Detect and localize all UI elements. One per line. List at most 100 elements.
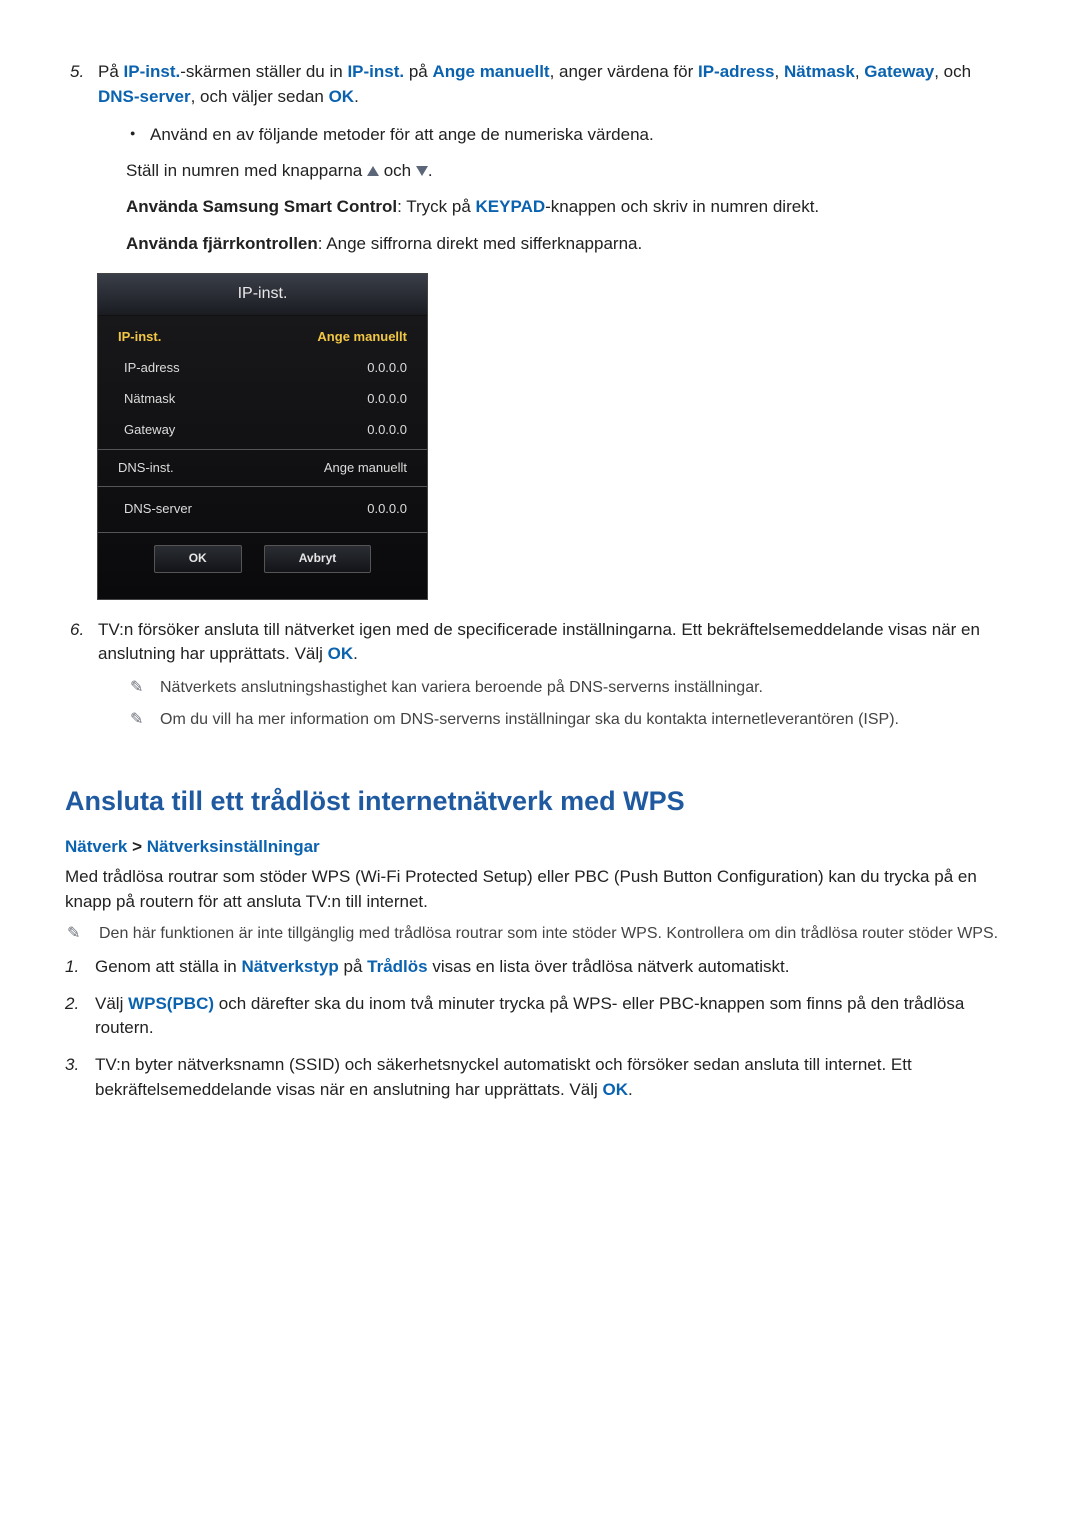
t: visas en lista över trådlösa nätverk aut…	[428, 957, 790, 976]
arrow-up-icon	[367, 158, 379, 184]
row-value: 0.0.0.0	[367, 500, 407, 519]
note-text: Den här funktionen är inte tillgänglig m…	[99, 923, 1015, 945]
t: , och	[934, 62, 971, 81]
t: .	[354, 87, 359, 106]
step-body: TV:n byter nätverksnamn (SSID) och säker…	[95, 1053, 1015, 1102]
step-body: Genom att ställa in Nätverkstyp på Trådl…	[95, 955, 1015, 980]
step-6-number: 6.	[70, 618, 98, 732]
row-label: IP-adress	[118, 359, 180, 378]
t: Använda fjärrkontrollen	[126, 234, 318, 253]
t: på	[404, 62, 432, 81]
pencil-icon: ✎	[130, 677, 160, 699]
step-5-body: På IP-inst.-skärmen ställer du in IP-ins…	[98, 60, 1015, 257]
note-text: Nätverkets anslutningshastighet kan vari…	[160, 677, 1015, 699]
arrow-down-icon	[416, 158, 428, 184]
ip-section: IP-inst. Ange manuellt IP-adress 0.0.0.0…	[98, 316, 427, 445]
row-value: 0.0.0.0	[367, 390, 407, 409]
row-value: 0.0.0.0	[367, 421, 407, 440]
natmask-link: Nätmask	[784, 62, 855, 81]
divider	[98, 532, 427, 533]
ip-settings-panel: IP-inst. IP-inst. Ange manuellt IP-adres…	[97, 273, 428, 600]
t: , och väljer sedan	[191, 87, 329, 106]
step-5-number: 5.	[70, 60, 98, 257]
divider	[98, 449, 427, 450]
bc-natverksinstallningar: Nätverksinställningar	[147, 837, 320, 856]
step-6-body: TV:n försöker ansluta till nätverket ige…	[98, 618, 1015, 732]
t: , anger värdena för	[550, 62, 698, 81]
bullet-dot-icon	[126, 123, 150, 148]
row-label: Gateway	[118, 421, 175, 440]
t: TV:n byter nätverksnamn (SSID) och säker…	[95, 1055, 912, 1099]
row-natmask[interactable]: Nätmask 0.0.0.0	[98, 384, 427, 415]
step-5: 5. På IP-inst.-skärmen ställer du in IP-…	[70, 60, 1015, 257]
t: på	[339, 957, 367, 976]
row-value: 0.0.0.0	[367, 359, 407, 378]
bullet-text: Använd en av följande metoder för att an…	[150, 123, 654, 148]
cancel-button[interactable]: Avbryt	[264, 545, 372, 572]
ange-manuellt-link: Ange manuellt	[432, 62, 549, 81]
t: och	[379, 161, 416, 180]
divider	[98, 486, 427, 487]
t: På	[98, 62, 124, 81]
t: ,	[855, 62, 864, 81]
ip-panel-title: IP-inst.	[98, 274, 427, 316]
tradlos-link: Trådlös	[367, 957, 427, 976]
row-value: Ange manuellt	[317, 328, 407, 347]
t: TV:n försöker ansluta till nätverket ige…	[98, 620, 980, 664]
row-label: DNS-inst.	[118, 459, 174, 478]
step-body: Välj WPS(PBC) och därefter ska du inom t…	[95, 992, 1015, 1041]
gateway-link: Gateway	[864, 62, 934, 81]
ok-link: OK	[328, 644, 354, 663]
ip-inst-link: IP-inst.	[347, 62, 404, 81]
wps-step-1: 1. Genom att ställa in Nätverkstyp på Tr…	[65, 955, 1015, 980]
dns-server-link: DNS-server	[98, 87, 191, 106]
method-smart-control: Använda Samsung Smart Control: Tryck på …	[126, 194, 1015, 220]
row-value: Ange manuellt	[324, 459, 407, 478]
t: : Ange siffrorna direkt med sifferknappa…	[318, 234, 642, 253]
wps-step-3: 3. TV:n byter nätverksnamn (SSID) och sä…	[65, 1053, 1015, 1102]
row-dns-server[interactable]: DNS-server 0.0.0.0	[98, 490, 427, 529]
ok-button[interactable]: OK	[154, 545, 242, 572]
t: Genom att ställa in	[95, 957, 241, 976]
t: : Tryck på	[397, 197, 475, 216]
note-isp: ✎ Om du vill ha mer information om DNS-s…	[130, 709, 1015, 731]
ip-adress-link: IP-adress	[698, 62, 775, 81]
pencil-icon: ✎	[130, 709, 160, 731]
row-dns-inst[interactable]: DNS-inst. Ange manuellt	[98, 453, 427, 484]
wps-intro: Med trådlösa routrar som stöder WPS (Wi-…	[65, 865, 1015, 914]
ip-inst-link: IP-inst.	[124, 62, 181, 81]
method-arrows: Ställ in numren med knapparna och .	[126, 158, 1015, 184]
wps-step-2: 2. Välj WPS(PBC) och därefter ska du ino…	[65, 992, 1015, 1041]
wps-section-title: Ansluta till ett trådlöst internetnätver…	[65, 782, 1015, 821]
breadcrumb: Nätverk > Nätverksinställningar	[65, 835, 1015, 860]
bc-natverk: Nätverk	[65, 837, 127, 856]
t: -skärmen ställer du in	[180, 62, 347, 81]
t: Använda Samsung Smart Control	[126, 197, 397, 216]
bc-sep: >	[127, 837, 146, 856]
t: Ställ in numren med knapparna	[126, 161, 367, 180]
row-gateway[interactable]: Gateway 0.0.0.0	[98, 415, 427, 446]
t: .	[353, 644, 358, 663]
t: Välj	[95, 994, 128, 1013]
row-label: Nätmask	[118, 390, 175, 409]
t: .	[628, 1080, 633, 1099]
t: och därefter ska du inom två minuter try…	[95, 994, 964, 1038]
row-label: DNS-server	[118, 500, 192, 519]
step-number: 1.	[65, 955, 95, 980]
natverkstyp-link: Nätverkstyp	[241, 957, 338, 976]
step-number: 3.	[65, 1053, 95, 1102]
t: ,	[775, 62, 784, 81]
method-remote: Använda fjärrkontrollen: Ange siffrorna …	[126, 231, 1015, 257]
ip-buttons: OK Avbryt	[98, 545, 427, 572]
row-ip-inst[interactable]: IP-inst. Ange manuellt	[98, 322, 427, 353]
step-6: 6. TV:n försöker ansluta till nätverket …	[70, 618, 1015, 732]
t: -knappen och skriv in numren direkt.	[545, 197, 819, 216]
row-ip-adress[interactable]: IP-adress 0.0.0.0	[98, 353, 427, 384]
dns-section: DNS-inst. Ange manuellt DNS-server 0.0.0…	[98, 453, 427, 530]
note-text: Om du vill ha mer information om DNS-ser…	[160, 709, 1015, 731]
t: .	[428, 161, 433, 180]
bullet-methods: Använd en av följande metoder för att an…	[126, 123, 1015, 148]
wps-pbc-link: WPS(PBC)	[128, 994, 214, 1013]
keypad-link: KEYPAD	[476, 197, 546, 216]
note-dns-speed: ✎ Nätverkets anslutningshastighet kan va…	[130, 677, 1015, 699]
